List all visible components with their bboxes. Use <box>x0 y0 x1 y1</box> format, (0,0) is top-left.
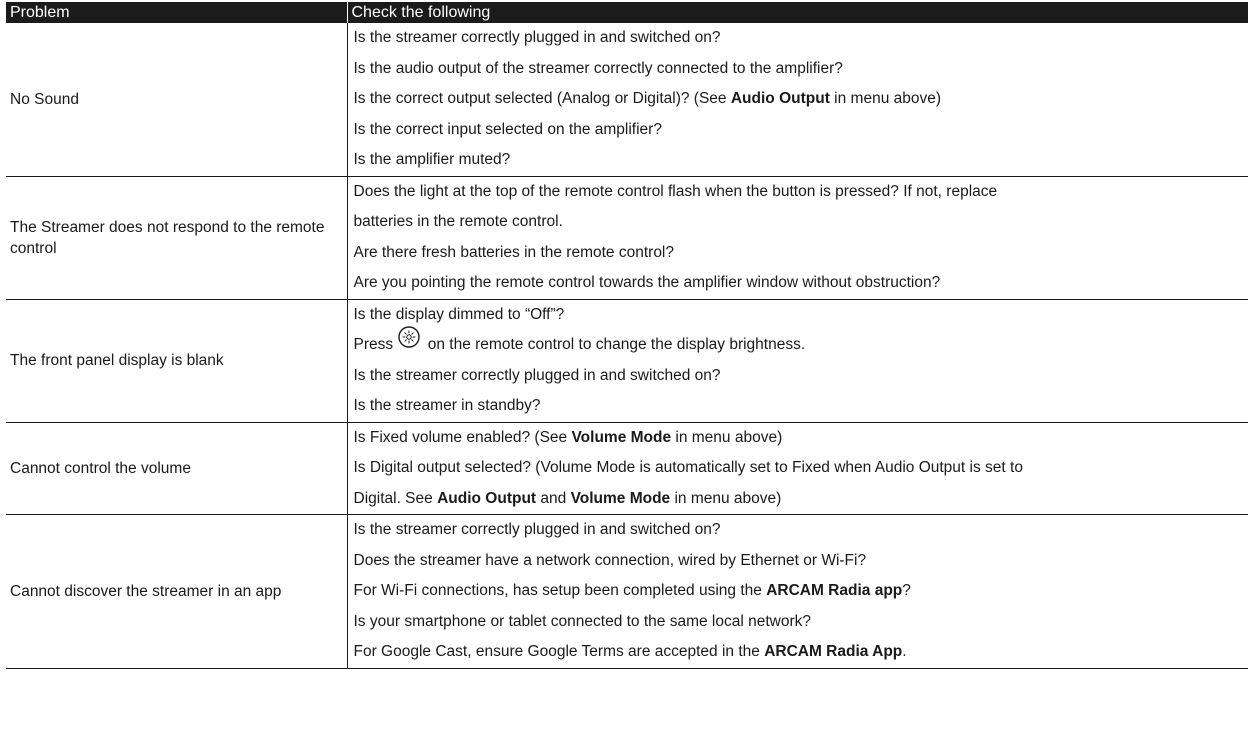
check-text: in menu above) <box>671 428 783 446</box>
check-line: Is the streamer correctly plugged in and… <box>354 23 1249 54</box>
check-text: Is the streamer correctly plugged in and… <box>353 29 721 46</box>
check-line: Does the light at the top of the remote … <box>354 177 1249 208</box>
problem-cell: The front panel display is blank <box>6 299 348 423</box>
check-line: Is Digital output selected? (Volume Mode… <box>354 453 1249 484</box>
check-text: Are there fresh batteries in the remote … <box>353 243 675 261</box>
check-text: For Google Cast, ensure Google Terms are… <box>353 643 765 660</box>
check-line: Is the amplifier muted? <box>354 145 1249 176</box>
table-row: Cannot control the volume Is Fixed volume… <box>6 422 1248 515</box>
check-text: Is Digital output selected? (Volume Mode… <box>353 459 1023 476</box>
check-text: batteries in the remote control. <box>353 213 563 230</box>
check-text: ? <box>902 582 911 599</box>
problem-cell: Cannot discover the streamer in an app <box>6 514 348 669</box>
check-text: Does the streamer have a network connect… <box>353 551 867 569</box>
header-problem: Problem <box>6 2 347 23</box>
table-row: No Sound Is the streamer correctly plugge… <box>6 23 1249 177</box>
check-line: For Wi-Fi connections, has setup been co… <box>354 576 1249 607</box>
check-line: Is the display dimmed to “Off”? <box>354 300 1249 331</box>
bold-term: ARCAM Radia App <box>764 643 903 660</box>
check-line: Does the streamer have a network connect… <box>354 546 1249 577</box>
brightness-icon <box>398 326 421 360</box>
troubleshooting-table-container: Problem Check the following No Sound Is t… <box>0 0 1253 669</box>
bold-term: Audio Output <box>437 489 537 507</box>
bold-term: ARCAM Radia app <box>766 582 903 599</box>
problem-cell: No Sound <box>6 23 348 177</box>
check-line: Is the correct output selected (Analog o… <box>354 84 1249 115</box>
check-text: on the remote control to change the disp… <box>423 336 806 353</box>
check-line: Digital. See Audio Output and Volume Mod… <box>354 484 1249 515</box>
bold-term: Volume Mode <box>571 428 672 446</box>
check-cell: Is the display dimmed to “Off”? Press on … <box>347 299 1249 423</box>
check-line: Are there fresh batteries in the remote … <box>354 238 1249 269</box>
check-text: Is the streamer correctly plugged in and… <box>353 521 721 538</box>
check-cell: Is Fixed volume enabled? (See Volume Mod… <box>347 422 1248 515</box>
check-text: Is the streamer correctly plugged in and… <box>353 366 721 384</box>
table-row: The Streamer does not respond to the rem… <box>6 176 1249 300</box>
check-text: Is the streamer in standby? <box>353 397 541 414</box>
check-line: For Google Cast, ensure Google Terms are… <box>354 637 1249 668</box>
check-cell: Is the streamer correctly plugged in and… <box>347 514 1249 669</box>
check-text: Is the amplifier muted? <box>353 151 511 168</box>
table-row: The front panel display is blank Is the d… <box>6 299 1249 423</box>
check-line: Are you pointing the remote control towa… <box>354 268 1249 299</box>
check-line: Is Fixed volume enabled? (See Volume Mod… <box>354 423 1249 454</box>
check-text: in menu above) <box>829 90 942 107</box>
check-line: Is the streamer in standby? <box>354 391 1249 422</box>
check-text: Press <box>353 336 398 353</box>
check-line: Is your smartphone or tablet connected t… <box>354 607 1249 638</box>
check-line: Press on the remote control to change th… <box>353 326 1249 361</box>
check-text: and <box>536 489 571 507</box>
check-text: Is the correct output selected (Analog o… <box>353 90 731 107</box>
check-line: batteries in the remote control. <box>354 207 1249 238</box>
check-text: in menu above) <box>670 489 782 507</box>
problem-cell: The Streamer does not respond to the rem… <box>6 176 348 300</box>
check-line: Is the correct input selected on the amp… <box>354 115 1249 146</box>
header-check: Check the following <box>346 2 1248 23</box>
check-text: Digital. See <box>353 489 438 507</box>
troubleshooting-table: Problem Check the following No Sound Is t… <box>6 2 1248 669</box>
check-text: Is Fixed volume enabled? (See <box>353 428 572 446</box>
check-text: Are you pointing the remote control towa… <box>353 274 941 291</box>
table-body: No Sound Is the streamer correctly plugge… <box>6 23 1249 669</box>
check-line: Is the audio output of the streamer corr… <box>354 54 1249 85</box>
check-line: Is the streamer correctly plugged in and… <box>354 361 1249 392</box>
check-text: For Wi-Fi connections, has setup been co… <box>353 582 767 599</box>
check-cell: Is the streamer correctly plugged in and… <box>347 23 1249 177</box>
check-text: Is your smartphone or tablet connected t… <box>353 612 812 630</box>
check-text: Does the light at the top of the remote … <box>353 182 998 200</box>
bold-term: Volume Mode <box>570 489 671 507</box>
bold-term: Audio Output <box>730 90 830 107</box>
check-text: Is the correct input selected on the amp… <box>353 120 662 138</box>
table-header-row: Problem Check the following <box>6 2 1248 23</box>
check-text: . <box>902 643 907 660</box>
check-text: Is the display dimmed to “Off”? <box>353 305 565 323</box>
check-cell: Does the light at the top of the remote … <box>347 176 1249 300</box>
check-line: Is the streamer correctly plugged in and… <box>354 515 1249 546</box>
check-text: Is the audio output of the streamer corr… <box>353 59 843 77</box>
problem-cell: Cannot control the volume <box>6 422 348 515</box>
table-row: Cannot discover the streamer in an app Is… <box>6 514 1249 669</box>
